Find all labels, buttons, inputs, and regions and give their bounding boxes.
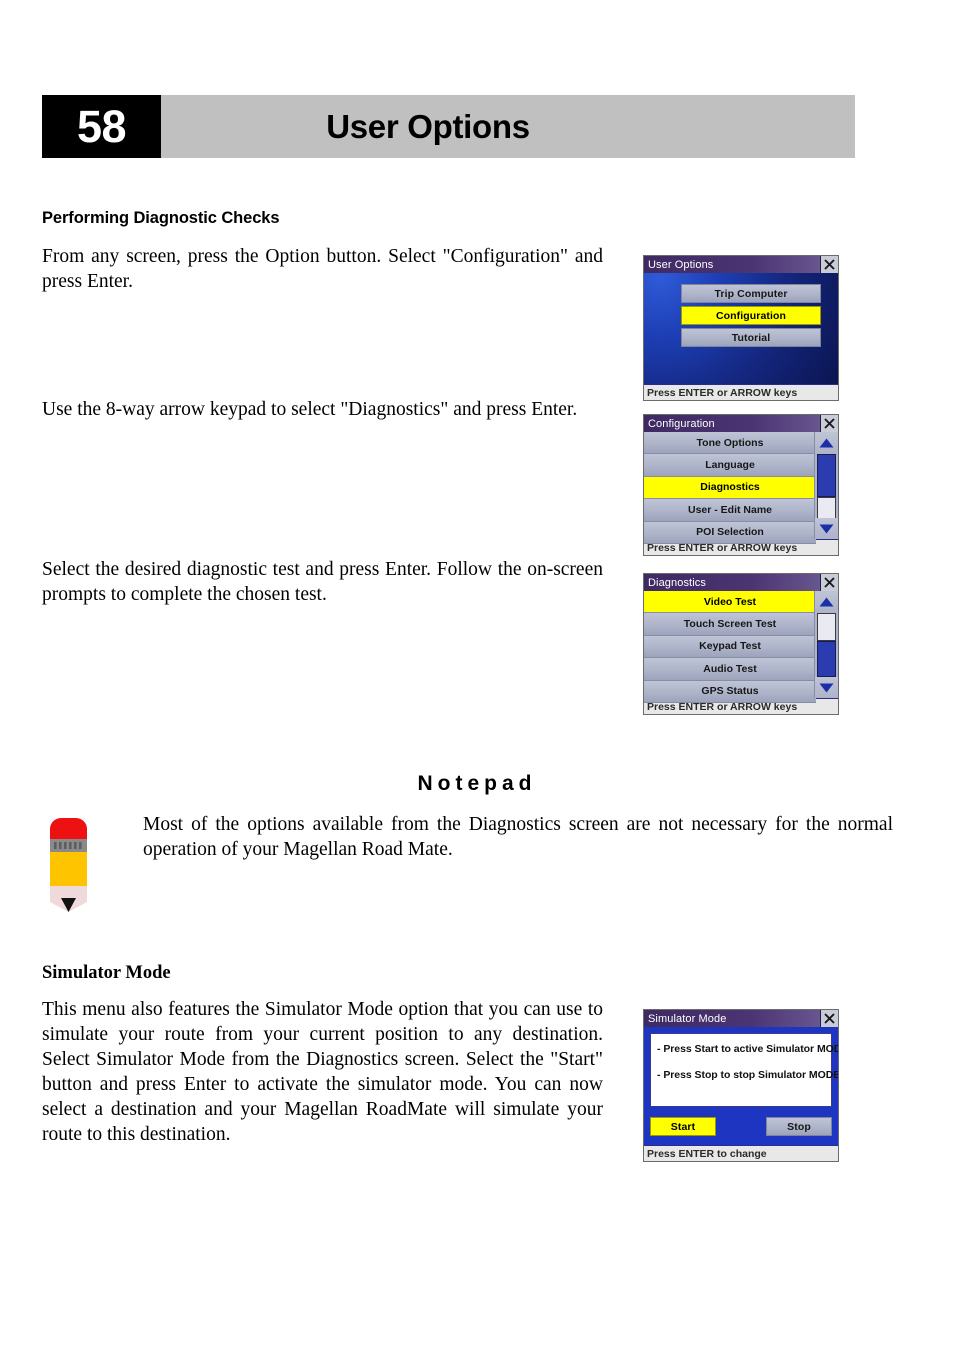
scrollbar-track[interactable] bbox=[817, 641, 836, 677]
diagnostics-title: Diagnostics bbox=[648, 576, 706, 589]
list-item[interactable]: Video Test bbox=[644, 591, 816, 614]
heading-performing-diagnostic-checks: Performing Diagnostic Checks bbox=[42, 209, 280, 227]
paragraph-3-wrap: Select the desired diagnostic test and p… bbox=[42, 557, 603, 607]
scroll-down-arrow-icon[interactable] bbox=[815, 677, 838, 698]
user-options-status-bar: Press ENTER or ARROW keys bbox=[644, 384, 838, 400]
user-options-titlebar: User Options bbox=[644, 256, 838, 273]
button-tutorial-label: Tutorial bbox=[731, 331, 771, 344]
button-trip-computer-label: Trip Computer bbox=[714, 287, 788, 300]
page-header: 58 User Options bbox=[42, 95, 855, 158]
user-options-title: User Options bbox=[648, 258, 714, 271]
simulator-title: Simulator Mode bbox=[648, 1012, 727, 1025]
button-configuration[interactable]: Configuration bbox=[681, 306, 821, 325]
close-x-icon[interactable] bbox=[820, 415, 838, 432]
list-item-label: Keypad Test bbox=[699, 640, 761, 653]
button-tutorial[interactable]: Tutorial bbox=[681, 328, 821, 347]
configuration-titlebar: Configuration bbox=[644, 415, 838, 432]
list-item[interactable]: Keypad Test bbox=[644, 635, 816, 659]
page-title-bar: User Options bbox=[161, 95, 855, 158]
user-options-body: Trip Computer Configuration Tutorial bbox=[644, 273, 838, 384]
paragraph-1-wrap: From any screen, press the Option button… bbox=[42, 244, 603, 294]
scrollbar-thumb[interactable] bbox=[817, 497, 836, 519]
list-item[interactable]: POI Selection bbox=[644, 521, 816, 544]
paragraph-1: From any screen, press the Option button… bbox=[42, 246, 603, 292]
list-item[interactable]: Touch Screen Test bbox=[644, 613, 816, 636]
simulator-status-text: Press ENTER to change bbox=[647, 1147, 767, 1160]
notepad-title: Notepad bbox=[417, 772, 537, 795]
configuration-list-items: Tone Options Language Diagnostics User -… bbox=[644, 432, 816, 544]
user-options-status-text: Press ENTER or ARROW keys bbox=[647, 386, 798, 399]
stop-button-label: Stop bbox=[787, 1120, 811, 1133]
list-item[interactable]: Audio Test bbox=[644, 658, 816, 681]
scroll-up-arrow-icon[interactable] bbox=[815, 591, 838, 612]
simulator-instructions-box: - Press Start to active Simulator MODE -… bbox=[650, 1033, 838, 1107]
list-item-label: Language bbox=[705, 459, 755, 472]
paragraph-3: Select the desired diagnostic test and p… bbox=[42, 559, 603, 605]
start-button[interactable]: Start bbox=[650, 1117, 716, 1136]
simulator-titlebar: Simulator Mode bbox=[644, 1010, 838, 1027]
configuration-list: Tone Options Language Diagnostics User -… bbox=[644, 432, 838, 544]
simulator-body: - Press Start to active Simulator MODE -… bbox=[644, 1027, 838, 1145]
start-button-label: Start bbox=[670, 1120, 696, 1133]
section-simulator-heading: Simulator Mode bbox=[42, 963, 603, 984]
simulator-paragraph: This menu also features the Simulator Mo… bbox=[42, 999, 603, 1145]
close-x-icon[interactable] bbox=[820, 256, 838, 273]
screenshot-simulator-mode: Simulator Mode - Press Start to active S… bbox=[643, 1009, 839, 1162]
pencil-icon bbox=[47, 815, 90, 913]
page-number-box: 58 bbox=[42, 95, 161, 158]
diagnostics-list-items: Video Test Touch Screen Test Keypad Test… bbox=[644, 591, 816, 703]
paragraph-2-wrap: Use the 8-way arrow keypad to select "Di… bbox=[42, 397, 603, 422]
list-item-label: Diagnostics bbox=[700, 481, 760, 494]
scrollbar-track[interactable] bbox=[817, 454, 836, 497]
configuration-scrollbar[interactable] bbox=[814, 432, 838, 539]
scroll-up-arrow-icon[interactable] bbox=[815, 432, 838, 453]
page-title: User Options bbox=[326, 107, 530, 145]
screenshot-configuration: Configuration Tone Options Language Diag… bbox=[643, 414, 839, 556]
list-item[interactable]: GPS Status bbox=[644, 680, 816, 703]
list-item[interactable]: Language bbox=[644, 454, 816, 477]
screenshot-user-options: User Options Trip Computer Configuration… bbox=[643, 255, 839, 401]
list-item-label: GPS Status bbox=[701, 685, 759, 698]
list-item-label: Touch Screen Test bbox=[683, 618, 777, 631]
diagnostics-titlebar: Diagnostics bbox=[644, 574, 838, 591]
simulator-status-bar: Press ENTER to change bbox=[644, 1145, 838, 1161]
close-x-icon[interactable] bbox=[820, 574, 838, 591]
heading-simulator-mode: Simulator Mode bbox=[42, 963, 171, 983]
scroll-down-arrow-icon[interactable] bbox=[815, 518, 838, 539]
list-item[interactable]: User - Edit Name bbox=[644, 499, 816, 522]
list-item[interactable]: Tone Options bbox=[644, 432, 816, 455]
diagnostics-scrollbar[interactable] bbox=[814, 591, 838, 698]
close-x-icon[interactable] bbox=[820, 1010, 838, 1027]
screenshot-diagnostics: Diagnostics Video Test Touch Screen Test… bbox=[643, 573, 839, 715]
paragraph-2: Use the 8-way arrow keypad to select "Di… bbox=[42, 399, 578, 420]
notepad-text: Most of the options available from the D… bbox=[143, 814, 893, 860]
list-item-label: User - Edit Name bbox=[687, 503, 773, 516]
simulator-instruction-line: - Press Stop to stop Simulator MODE bbox=[657, 1069, 838, 1081]
button-trip-computer[interactable]: Trip Computer bbox=[681, 284, 821, 303]
list-item[interactable]: Diagnostics bbox=[644, 476, 816, 500]
configuration-title: Configuration bbox=[648, 417, 715, 430]
list-item-label: Video Test bbox=[703, 595, 757, 608]
button-configuration-label: Configuration bbox=[715, 309, 787, 322]
page-number: 58 bbox=[76, 101, 127, 152]
simulator-instruction-line: - Press Start to active Simulator MODE bbox=[657, 1043, 838, 1055]
diagnostics-list: Video Test Touch Screen Test Keypad Test… bbox=[644, 591, 838, 703]
scrollbar-thumb[interactable] bbox=[817, 613, 836, 641]
list-item-label: Audio Test bbox=[703, 662, 757, 675]
stop-button[interactable]: Stop bbox=[766, 1117, 832, 1136]
list-item-label: Tone Options bbox=[696, 436, 764, 449]
simulator-paragraph-wrap: This menu also features the Simulator Mo… bbox=[42, 997, 603, 1147]
section-diagnostics-heading: Performing Diagnostic Checks bbox=[42, 209, 603, 228]
list-item-label: POI Selection bbox=[696, 526, 764, 539]
